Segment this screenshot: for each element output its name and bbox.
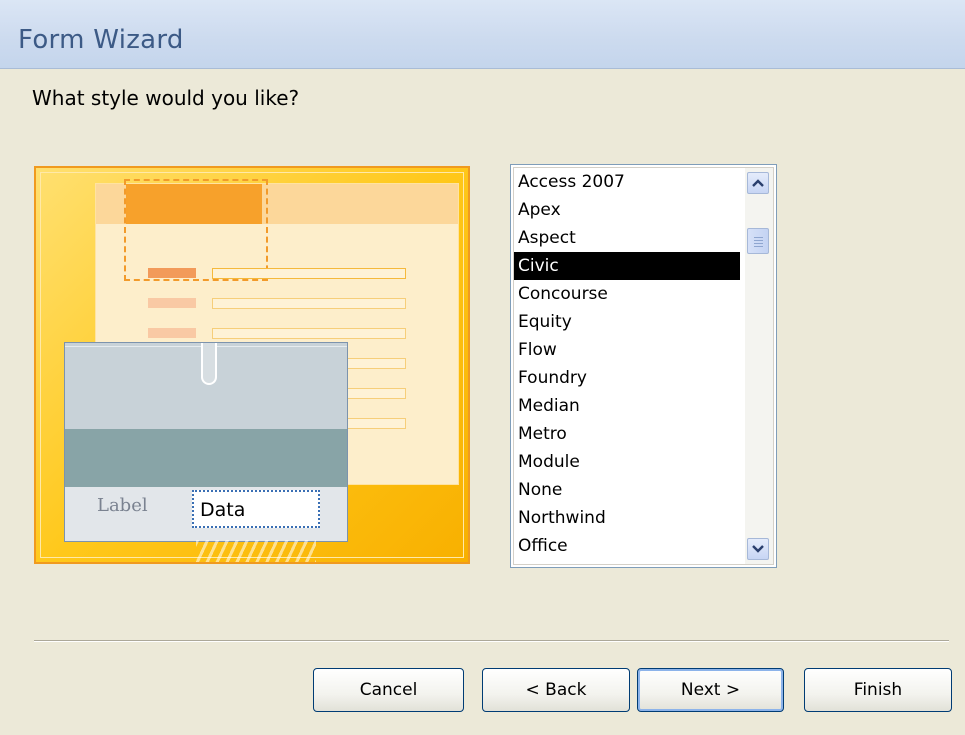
list-item-selected[interactable]: Civic	[514, 252, 740, 280]
window-title: Form Wizard	[18, 25, 184, 55]
scroll-thumb[interactable]	[747, 228, 769, 254]
style-preview: Label Data	[34, 166, 470, 564]
preview-field-bar	[212, 268, 406, 279]
preview-label-text: Label	[97, 495, 148, 516]
preview-data-box: Data	[192, 490, 320, 528]
list-item[interactable]: Concourse	[514, 280, 740, 308]
preview-selection-outline	[124, 179, 268, 281]
preview-foreground-form: Label Data	[64, 342, 348, 542]
chevron-up-icon	[752, 179, 764, 187]
preview-field-bar	[212, 328, 406, 339]
preview-label-bar	[148, 298, 196, 308]
list-item[interactable]: Apex	[514, 196, 740, 224]
back-button[interactable]: < Back	[482, 668, 630, 712]
wizard-question: What style would you like?	[32, 86, 300, 110]
separator-line	[34, 640, 949, 642]
list-item[interactable]: Northwind	[514, 504, 740, 532]
back-button-label: < Back	[525, 680, 587, 700]
cancel-button[interactable]: Cancel	[313, 668, 464, 712]
finish-button-label: Finish	[853, 680, 903, 700]
list-item[interactable]: Module	[514, 448, 740, 476]
style-listbox[interactable]: Access 2007 Apex Aspect Civic Concourse …	[510, 164, 777, 568]
list-item[interactable]: Metro	[514, 420, 740, 448]
list-item[interactable]: Aspect	[514, 224, 740, 252]
thumb-grip	[754, 246, 763, 247]
list-item[interactable]: None	[514, 476, 740, 504]
next-button-label: Next >	[680, 680, 741, 700]
list-scrollbar[interactable]	[745, 168, 773, 564]
thumb-grip	[754, 243, 763, 244]
list-item[interactable]: Access 2007	[514, 168, 740, 196]
preview-form-band	[65, 429, 347, 487]
style-list[interactable]: Access 2007 Apex Aspect Civic Concourse …	[514, 168, 740, 564]
preview-label-bar	[148, 268, 196, 278]
list-item[interactable]: Office	[514, 532, 740, 560]
list-item[interactable]: Flow	[514, 336, 740, 364]
chevron-down-icon	[752, 545, 764, 553]
list-item[interactable]: Median	[514, 392, 740, 420]
preview-data-text: Data	[200, 499, 246, 521]
finish-button[interactable]: Finish	[804, 668, 952, 712]
cancel-button-label: Cancel	[359, 680, 418, 700]
title-bar: Form Wizard	[0, 0, 965, 69]
thumb-grip	[754, 240, 763, 241]
next-button[interactable]: Next >	[637, 668, 784, 712]
scroll-down-button[interactable]	[747, 538, 769, 560]
preview-stripes	[196, 540, 316, 562]
list-item[interactable]: Foundry	[514, 364, 740, 392]
list-item[interactable]: Equity	[514, 308, 740, 336]
preview-field-bar	[212, 298, 406, 309]
scroll-up-button[interactable]	[747, 172, 769, 194]
preview-label-bar	[148, 328, 196, 338]
thumb-grip	[754, 237, 763, 238]
preview-drop-ornament	[201, 343, 217, 385]
